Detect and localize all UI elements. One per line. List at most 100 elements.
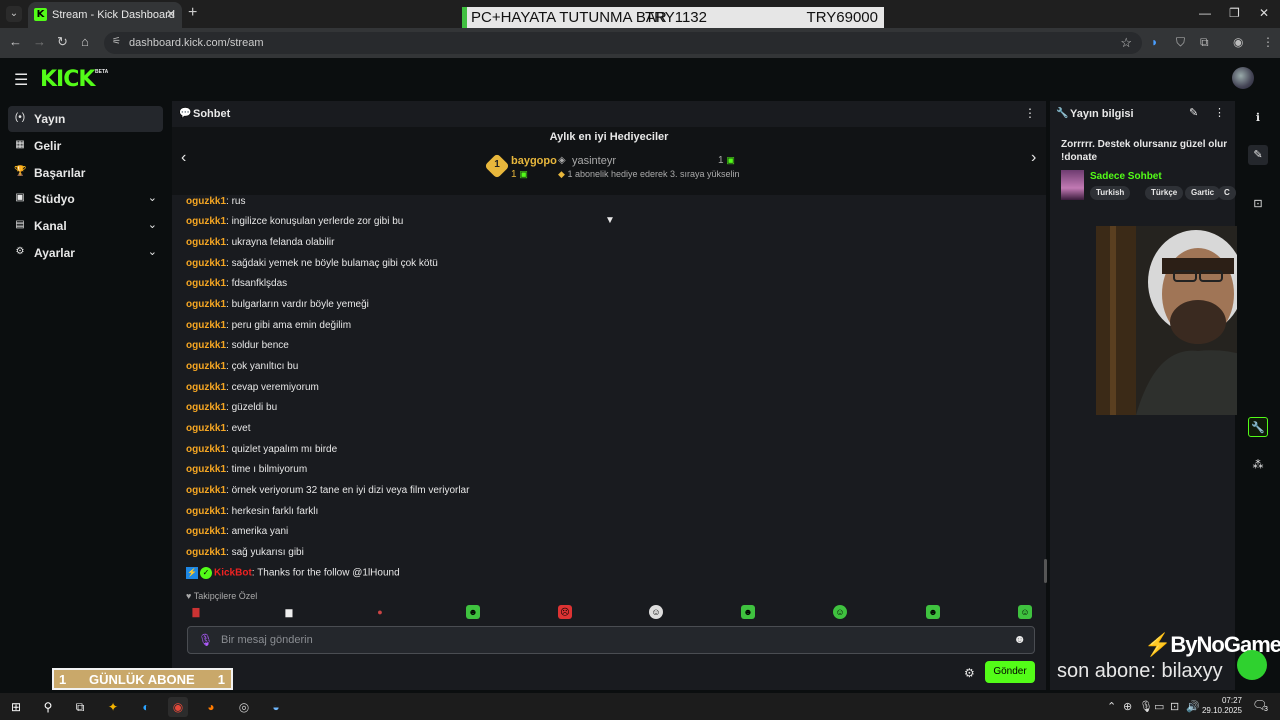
tray-chevron-icon[interactable]: ⌃: [1107, 700, 1116, 713]
chevron-down-icon[interactable]: ⌄: [148, 245, 157, 258]
chat-username[interactable]: oguzkk1: [186, 361, 226, 372]
category-thumbnail[interactable]: [1061, 170, 1084, 200]
volume-icon[interactable]: 🔊: [1186, 700, 1200, 713]
share-icon[interactable]: ⁂: [1248, 455, 1268, 475]
category-name[interactable]: Sadece Sohbet: [1090, 171, 1162, 182]
info-icon[interactable]: ℹ: [1248, 108, 1268, 128]
sidebar-item-yayin[interactable]: (•) Yayın: [8, 106, 163, 132]
chevron-down-icon[interactable]: ⌄: [148, 218, 157, 231]
chat-username[interactable]: KickBot: [214, 568, 252, 579]
tab-search-icon[interactable]: ⌄: [6, 6, 22, 22]
chrome-icon[interactable]: ◉: [168, 697, 188, 717]
chat-options-icon[interactable]: ⋮: [1024, 106, 1036, 120]
sidebar-item-gelir[interactable]: ▦ Gelir: [8, 133, 163, 159]
firefox-icon[interactable]: ◕: [201, 697, 221, 717]
profile-icon[interactable]: ◉: [1233, 35, 1243, 49]
chat-username[interactable]: oguzkk1: [186, 258, 226, 269]
emote-green1-icon[interactable]: ☻: [466, 605, 480, 619]
chat-username[interactable]: oguzkk1: [186, 547, 226, 558]
emoji-icon[interactable]: ☻: [1013, 632, 1026, 646]
second-gifter-name[interactable]: yasinteyr: [572, 155, 616, 167]
chat-username[interactable]: oguzkk1: [186, 485, 226, 496]
stream-info-menu-icon[interactable]: ⋮: [1214, 106, 1225, 119]
chat-username[interactable]: oguzkk1: [186, 237, 226, 248]
user-avatar[interactable]: [1232, 67, 1254, 89]
chat-username[interactable]: oguzkk1: [186, 320, 226, 331]
emote-cup-icon[interactable]: ▇: [189, 605, 203, 619]
minimize-icon[interactable]: —: [1199, 6, 1211, 20]
sidebar-item-kanal[interactable]: ▤ Kanal ⌄: [8, 213, 163, 239]
chat-username[interactable]: oguzkk1: [186, 196, 226, 207]
tag-pill[interactable]: Türkçe: [1145, 186, 1184, 200]
edit-pencil-icon[interactable]: ✎: [1189, 106, 1198, 119]
search-icon[interactable]: ⚲: [38, 697, 58, 717]
extension-audio-icon[interactable]: ◗: [1151, 35, 1158, 49]
emote-green4-icon[interactable]: ☻: [926, 605, 940, 619]
chat-username[interactable]: oguzkk1: [186, 506, 226, 517]
sidebar-item-studyo[interactable]: ▣ Stüdyo ⌄: [8, 186, 163, 212]
steam-icon[interactable]: ◒: [266, 697, 286, 717]
chat-username[interactable]: oguzkk1: [186, 423, 226, 434]
obs-icon[interactable]: ◎: [234, 697, 254, 717]
emote-red-icon[interactable]: ☹: [558, 605, 572, 619]
chat-username[interactable]: oguzkk1: [186, 299, 226, 310]
task-view-icon[interactable]: ⧉: [70, 697, 90, 717]
microphone-icon[interactable]: 🎙: [198, 633, 213, 647]
tools-icon[interactable]: 🔧: [1248, 417, 1268, 437]
chat-username[interactable]: oguzkk1: [186, 464, 226, 475]
close-window-icon[interactable]: ✕: [1259, 6, 1269, 20]
chat-username[interactable]: oguzkk1: [186, 340, 226, 351]
network-icon[interactable]: ⊡: [1170, 700, 1179, 713]
windows-start-icon[interactable]: ⊞: [6, 697, 26, 717]
chevron-right-icon[interactable]: ›: [1031, 149, 1036, 167]
tag-pill[interactable]: Turkish: [1090, 186, 1131, 200]
tag-pill[interactable]: Gartic: [1185, 186, 1221, 200]
emote-white-icon[interactable]: ☺: [649, 605, 663, 619]
tag-pill[interactable]: C: [1218, 186, 1236, 200]
emote-ball-icon[interactable]: ●: [373, 605, 387, 619]
kick-logo[interactable]: KICK: [40, 67, 95, 92]
browser-menu-icon[interactable]: ⋮: [1262, 35, 1274, 49]
emote-green5-icon[interactable]: ☺: [1018, 605, 1032, 619]
hamburger-menu-icon[interactable]: ☰: [14, 70, 28, 90]
chat-username[interactable]: oguzkk1: [186, 278, 226, 289]
new-tab-icon[interactable]: +: [188, 4, 197, 22]
chat-username[interactable]: oguzkk1: [186, 526, 226, 537]
copilot-icon[interactable]: ✦: [103, 697, 123, 717]
sidebar-item-basarilar[interactable]: 🏆 Başarılar: [8, 160, 163, 186]
emote-green2-icon[interactable]: ☻: [741, 605, 755, 619]
chat-input[interactable]: 🎙 Bir mesaj gönderin ☻: [187, 626, 1035, 654]
home-icon[interactable]: ⌂: [81, 34, 89, 49]
chat-scrollbar[interactable]: [1044, 559, 1047, 583]
tray-app-icon[interactable]: ⊕: [1123, 700, 1132, 713]
chevron-left-icon[interactable]: ‹: [181, 149, 186, 167]
clock[interactable]: 07:27 29.10.2025: [1200, 696, 1242, 716]
extensions-puzzle-icon[interactable]: ⧉: [1200, 35, 1209, 50]
chat-username[interactable]: oguzkk1: [186, 382, 226, 393]
restore-icon[interactable]: ❐: [1229, 6, 1240, 20]
screen-capture-icon[interactable]: ⊡: [1248, 194, 1268, 214]
forward-icon[interactable]: →: [33, 34, 46, 49]
tab-close-icon[interactable]: ✕: [166, 7, 176, 21]
back-icon[interactable]: ←: [9, 34, 22, 49]
browser-tab[interactable]: K Stream - Kick Dashboard ✕: [28, 2, 182, 28]
tray-display-icon[interactable]: ▭: [1154, 700, 1164, 713]
sidebar-item-ayarlar[interactable]: ⚙ Ayarlar ⌄: [8, 240, 163, 266]
url-field[interactable]: ⚟ dashboard.kick.com/stream ☆: [104, 32, 1142, 54]
reload-icon[interactable]: ↻: [57, 34, 68, 50]
top-gifter-name[interactable]: baygopo: [511, 155, 557, 167]
chevron-down-icon[interactable]: ⌄: [148, 191, 157, 204]
edge-icon[interactable]: ◐: [136, 697, 156, 717]
emote-cup2-icon[interactable]: ▆: [282, 605, 296, 619]
send-button[interactable]: Gönder: [985, 661, 1035, 683]
site-info-icon[interactable]: ⚟: [112, 36, 121, 47]
chat-settings-icon[interactable]: ⚙: [964, 666, 975, 680]
edit-icon[interactable]: ✎: [1248, 145, 1268, 165]
bookmark-star-icon[interactable]: ☆: [1120, 35, 1132, 51]
tray-mic-icon[interactable]: 🎙: [1139, 700, 1153, 713]
extension-shield-icon[interactable]: ⛉: [1176, 35, 1185, 50]
chat-username[interactable]: oguzkk1: [186, 444, 226, 455]
chat-username[interactable]: oguzkk1: [186, 216, 226, 227]
chat-username[interactable]: oguzkk1: [186, 402, 226, 413]
emote-green3-icon[interactable]: ☺: [833, 605, 847, 619]
